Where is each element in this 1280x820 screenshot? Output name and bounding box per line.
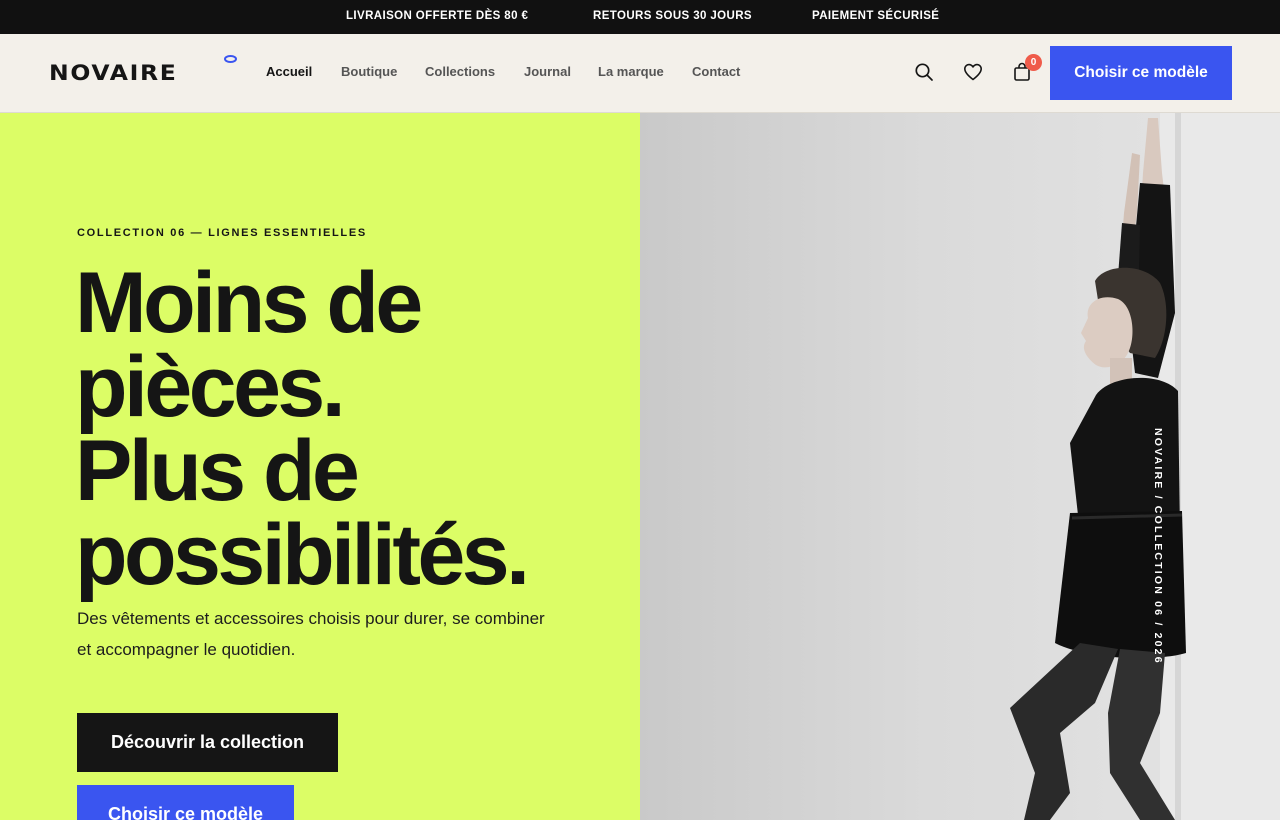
- logo-mark-icon: [224, 55, 237, 63]
- hero-text-panel: COLLECTION 06 — LIGNES ESSENTIELLES Moin…: [0, 113, 640, 820]
- announcement-secure-payment: PAIEMENT SÉCURISÉ: [812, 10, 940, 22]
- announcement-returns: RETOURS SOUS 30 JOURS: [593, 10, 753, 22]
- nav-journal[interactable]: Journal: [524, 64, 571, 79]
- hero-eyebrow: COLLECTION 06 — LIGNES ESSENTIELLES: [77, 227, 367, 239]
- hero-headline: Moins de pièces. Plus de possibilités.: [75, 255, 635, 603]
- headline-line: Moins de: [75, 255, 423, 351]
- image-caption-vertical: NOVAIRE / COLLECTION 06 / 2026: [1148, 428, 1164, 665]
- headline-line: pièces.: [75, 339, 346, 435]
- search-icon[interactable]: [913, 61, 935, 83]
- headline-line: possibilités.: [75, 507, 530, 603]
- nav-shop[interactable]: Boutique: [341, 64, 397, 79]
- announcement-bar: LIVRAISON OFFERTE DÈS 80 € RETOURS SOUS …: [0, 0, 1280, 34]
- cart-count-badge: 0: [1025, 54, 1042, 71]
- choose-model-header-button[interactable]: Choisir ce modèle: [1050, 46, 1232, 100]
- announcement-free-shipping: LIVRAISON OFFERTE DÈS 80 €: [346, 10, 529, 22]
- discover-collection-button[interactable]: Découvrir la collection: [77, 713, 338, 772]
- nav-home[interactable]: Accueil: [266, 64, 312, 79]
- hero-photo: [640, 113, 1280, 820]
- choose-model-hero-button[interactable]: Choisir ce modèle: [77, 785, 294, 820]
- headline-line: Plus de: [75, 423, 360, 519]
- image-caption-text: NOVAIRE / COLLECTION 06 / 2026: [1152, 428, 1164, 665]
- brand-logo[interactable]: NOVAIRE: [49, 61, 178, 85]
- nav-contact[interactable]: Contact: [692, 64, 740, 79]
- site-header: NOVAIRE Accueil Boutique Collections Jou…: [0, 34, 1280, 113]
- heart-icon[interactable]: [962, 61, 984, 83]
- nav-brand[interactable]: La marque: [598, 64, 664, 79]
- hero-subtitle: Des vêtements et accessoires choisis pou…: [77, 609, 545, 659]
- model-figure-illustration: [1010, 113, 1280, 820]
- nav-collections[interactable]: Collections: [425, 64, 495, 79]
